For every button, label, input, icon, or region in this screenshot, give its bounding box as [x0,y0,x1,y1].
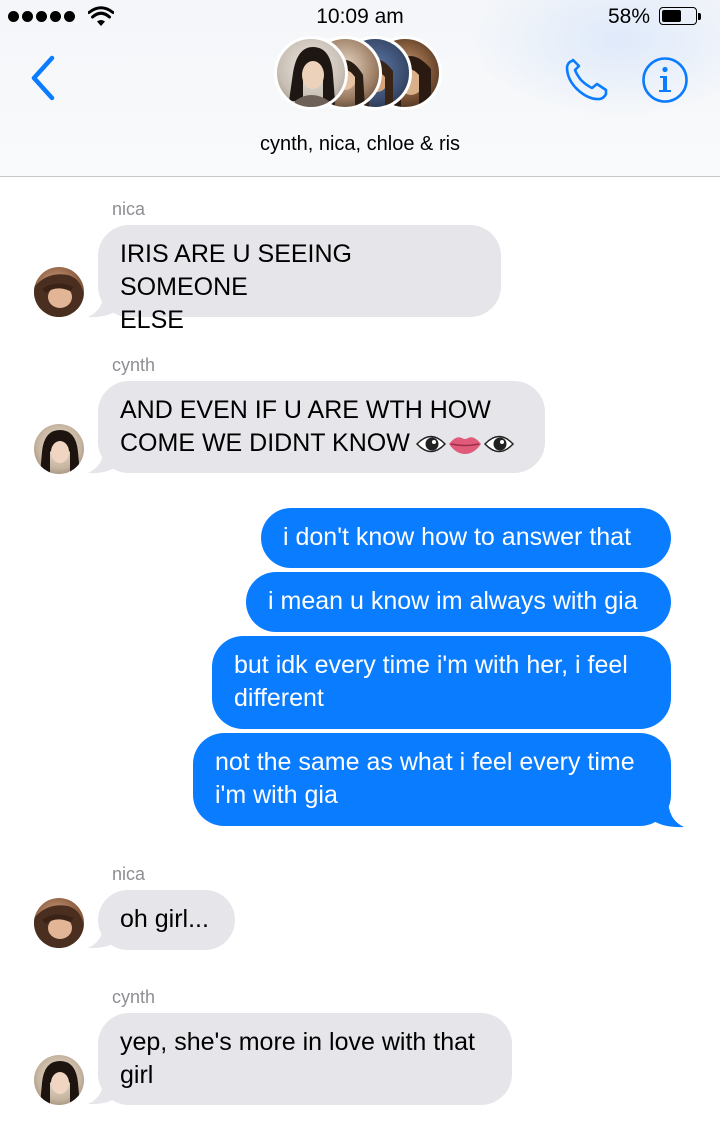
eye-icon [483,436,514,453]
back-button[interactable] [28,55,58,101]
avatar[interactable] [34,898,84,948]
group-avatar-stack[interactable] [274,36,446,116]
eye-icon [415,436,446,453]
details-button[interactable] [641,56,689,104]
message-bubble[interactable]: i mean u know im always with gia [246,572,671,632]
messages-screen: 10:09 am 58% cynth, nica, chloe & ris ni… [0,0,720,1135]
message-bubble[interactable]: i don't know how to answer that [261,508,671,568]
group-name[interactable]: cynth, nica, chloe & ris [0,133,720,156]
avatar[interactable] [34,267,84,317]
sender-name: nica [112,864,146,884]
battery-percentage: 58% [608,5,651,28]
message-bubble[interactable]: not the same as what i feel every time i… [193,733,671,826]
message-bubble[interactable]: yep, she's more in love with that girl [98,1013,512,1105]
sender-name: cynth [112,355,156,375]
call-button[interactable] [562,56,610,104]
message-bubble[interactable]: oh girl... [98,890,235,950]
sender-name: nica [112,199,146,219]
lips-icon [448,437,481,455]
chevron-left-icon [31,55,55,101]
status-bar: 10:09 am 58% [0,0,720,34]
sender-name: cynth [112,987,156,1007]
avatar [274,36,348,110]
conversation-header: 10:09 am 58% cynth, nica, chloe & ris [0,0,720,177]
message-bubble[interactable]: AND EVEN IF U ARE WTH HOW COME WE DIDNT … [98,381,545,473]
avatar[interactable] [34,424,84,474]
info-icon [642,57,688,103]
battery-icon [659,7,701,27]
avatar[interactable] [34,1055,84,1105]
message-bubble[interactable]: but idk every time i'm with her, i feel … [212,636,671,729]
message-bubble[interactable]: IRIS ARE U SEEING SOMEONE ELSE [98,225,501,334]
phone-icon [565,58,608,101]
